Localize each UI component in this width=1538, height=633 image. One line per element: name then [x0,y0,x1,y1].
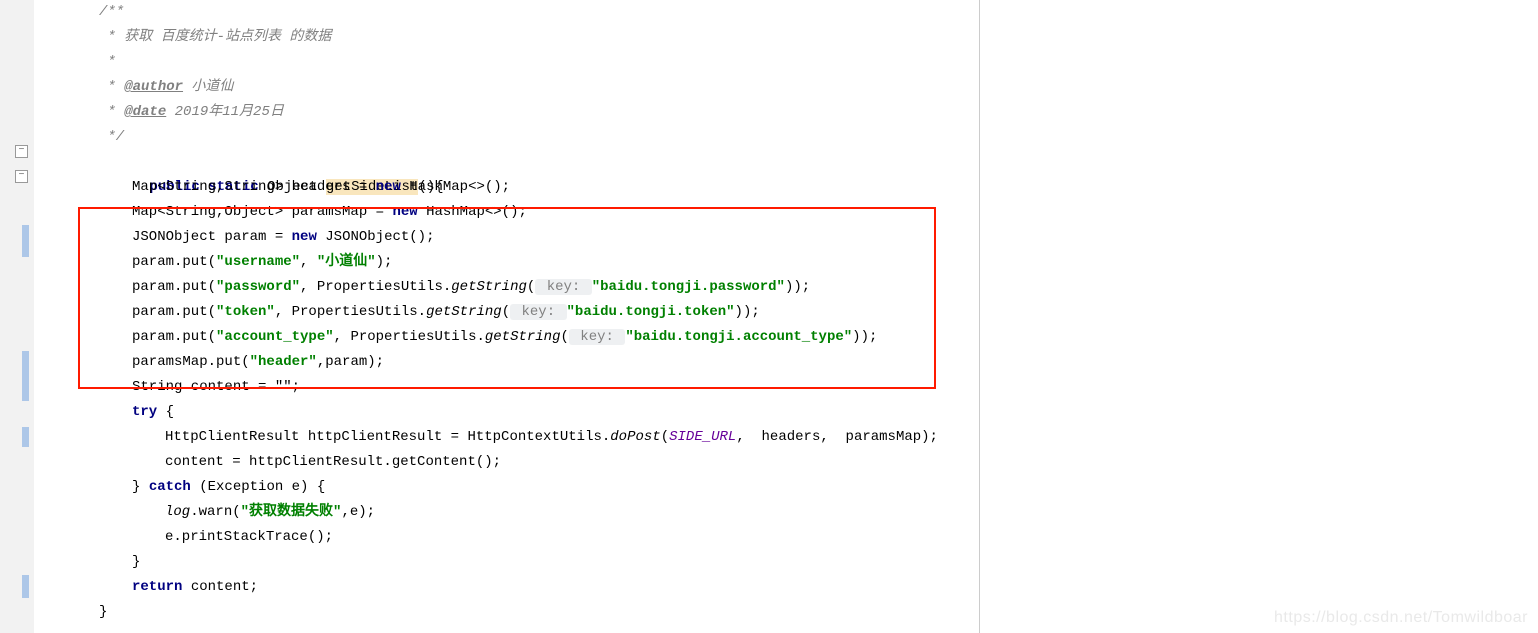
code-text: paramsMap.put( [132,354,250,370]
string-literal: "baidu.tongji.token" [567,304,735,320]
string-literal: "小道仙" [317,254,376,270]
comment: 小道仙 [183,79,233,95]
method-call: getString [426,304,502,320]
code-text: content; [182,579,258,595]
code-text: ( [661,429,669,445]
code-text: HttpClientResult httpClientResult = Http… [165,429,610,445]
code-text: Map<String,Object> paramsMap = [132,204,392,220]
code-text: , PropertiesUtils. [275,304,426,320]
code-text: param.put( [132,329,216,345]
code-text: String content = ""; [132,379,300,395]
keyword-new: new [376,179,401,195]
code-text: ,e); [341,504,375,520]
code-text: , PropertiesUtils. [334,329,485,345]
keyword-new: new [392,204,417,220]
code-text: ); [376,254,393,270]
code-text: } [132,479,149,495]
code-text: , headers, paramsMap); [736,429,938,445]
comment: /** [99,4,124,20]
param-hint: key: [510,304,566,320]
method-range-marker [22,427,29,447]
code-editor[interactable]: /** * 获取 百度统计-站点列表 的数据 * * @author 小道仙 *… [34,0,980,633]
code-text: e.printStackTrace(); [165,529,333,545]
param-hint: key: [569,329,625,345]
editor-viewport: { "doc": { "l1": "/**", "l2_prefix": " *… [0,0,1538,633]
string-literal: "account_type" [216,329,334,345]
keyword-return: return [132,579,182,595]
comment: * [99,29,124,45]
comment: 获取 百度统计-站点列表 的数据 [124,29,331,45]
string-literal: "baidu.tongji.password" [592,279,785,295]
method-range-marker [22,575,29,598]
code-text: )); [735,304,760,320]
string-literal: "header" [250,354,317,370]
code-text: .warn( [190,504,240,520]
string-literal: "username" [216,254,300,270]
fold-toggle-method[interactable] [15,170,28,183]
doc-tag-author: @author [124,79,183,95]
code-text: (Exception e) { [191,479,325,495]
comment: * [99,104,124,120]
method-range-marker [22,225,29,257]
gutter [0,0,34,633]
code-text: )); [852,329,877,345]
code-text: } [99,604,107,620]
code-text: { [157,404,174,420]
code-text: , PropertiesUtils. [300,279,451,295]
string-literal: "password" [216,279,300,295]
fold-toggle-doc[interactable] [15,145,28,158]
logger-ref: log [165,504,190,520]
constant: SIDE_URL [669,429,736,445]
keyword-new: new [292,229,317,245]
keyword-catch: catch [149,479,191,495]
code-text: JSONObject param = [132,229,292,245]
method-call: getString [451,279,527,295]
string-literal: "获取数据失败" [241,504,342,520]
code-text: content = httpClientResult.getContent(); [165,454,501,470]
code-text: HashMap<>(); [418,204,527,220]
code-text: ,param); [317,354,384,370]
right-panel [979,0,1538,633]
code-text: )); [785,279,810,295]
code-text: param.put( [132,254,216,270]
code-text: param.put( [132,304,216,320]
method-call: getString [485,329,561,345]
code-text: HashMap<>(); [401,179,510,195]
keyword-try: try [132,404,157,420]
method-call: doPost [610,429,660,445]
code-text: JSONObject(); [317,229,435,245]
doc-tag-date: @date [124,104,166,120]
code-text: } [132,554,140,570]
code-text: Map<String,String> headers = [132,179,376,195]
string-literal: "baidu.tongji.account_type" [625,329,852,345]
comment: * [99,79,124,95]
code-text: , [300,254,317,270]
comment: */ [99,129,124,145]
comment: 2019年11月25日 [166,104,284,120]
method-range-marker [22,351,29,401]
code-text: param.put( [132,279,216,295]
code-text: ( [502,304,510,320]
code-text: ( [561,329,569,345]
string-literal: "token" [216,304,275,320]
comment: * [99,54,116,70]
param-hint: key: [535,279,591,295]
